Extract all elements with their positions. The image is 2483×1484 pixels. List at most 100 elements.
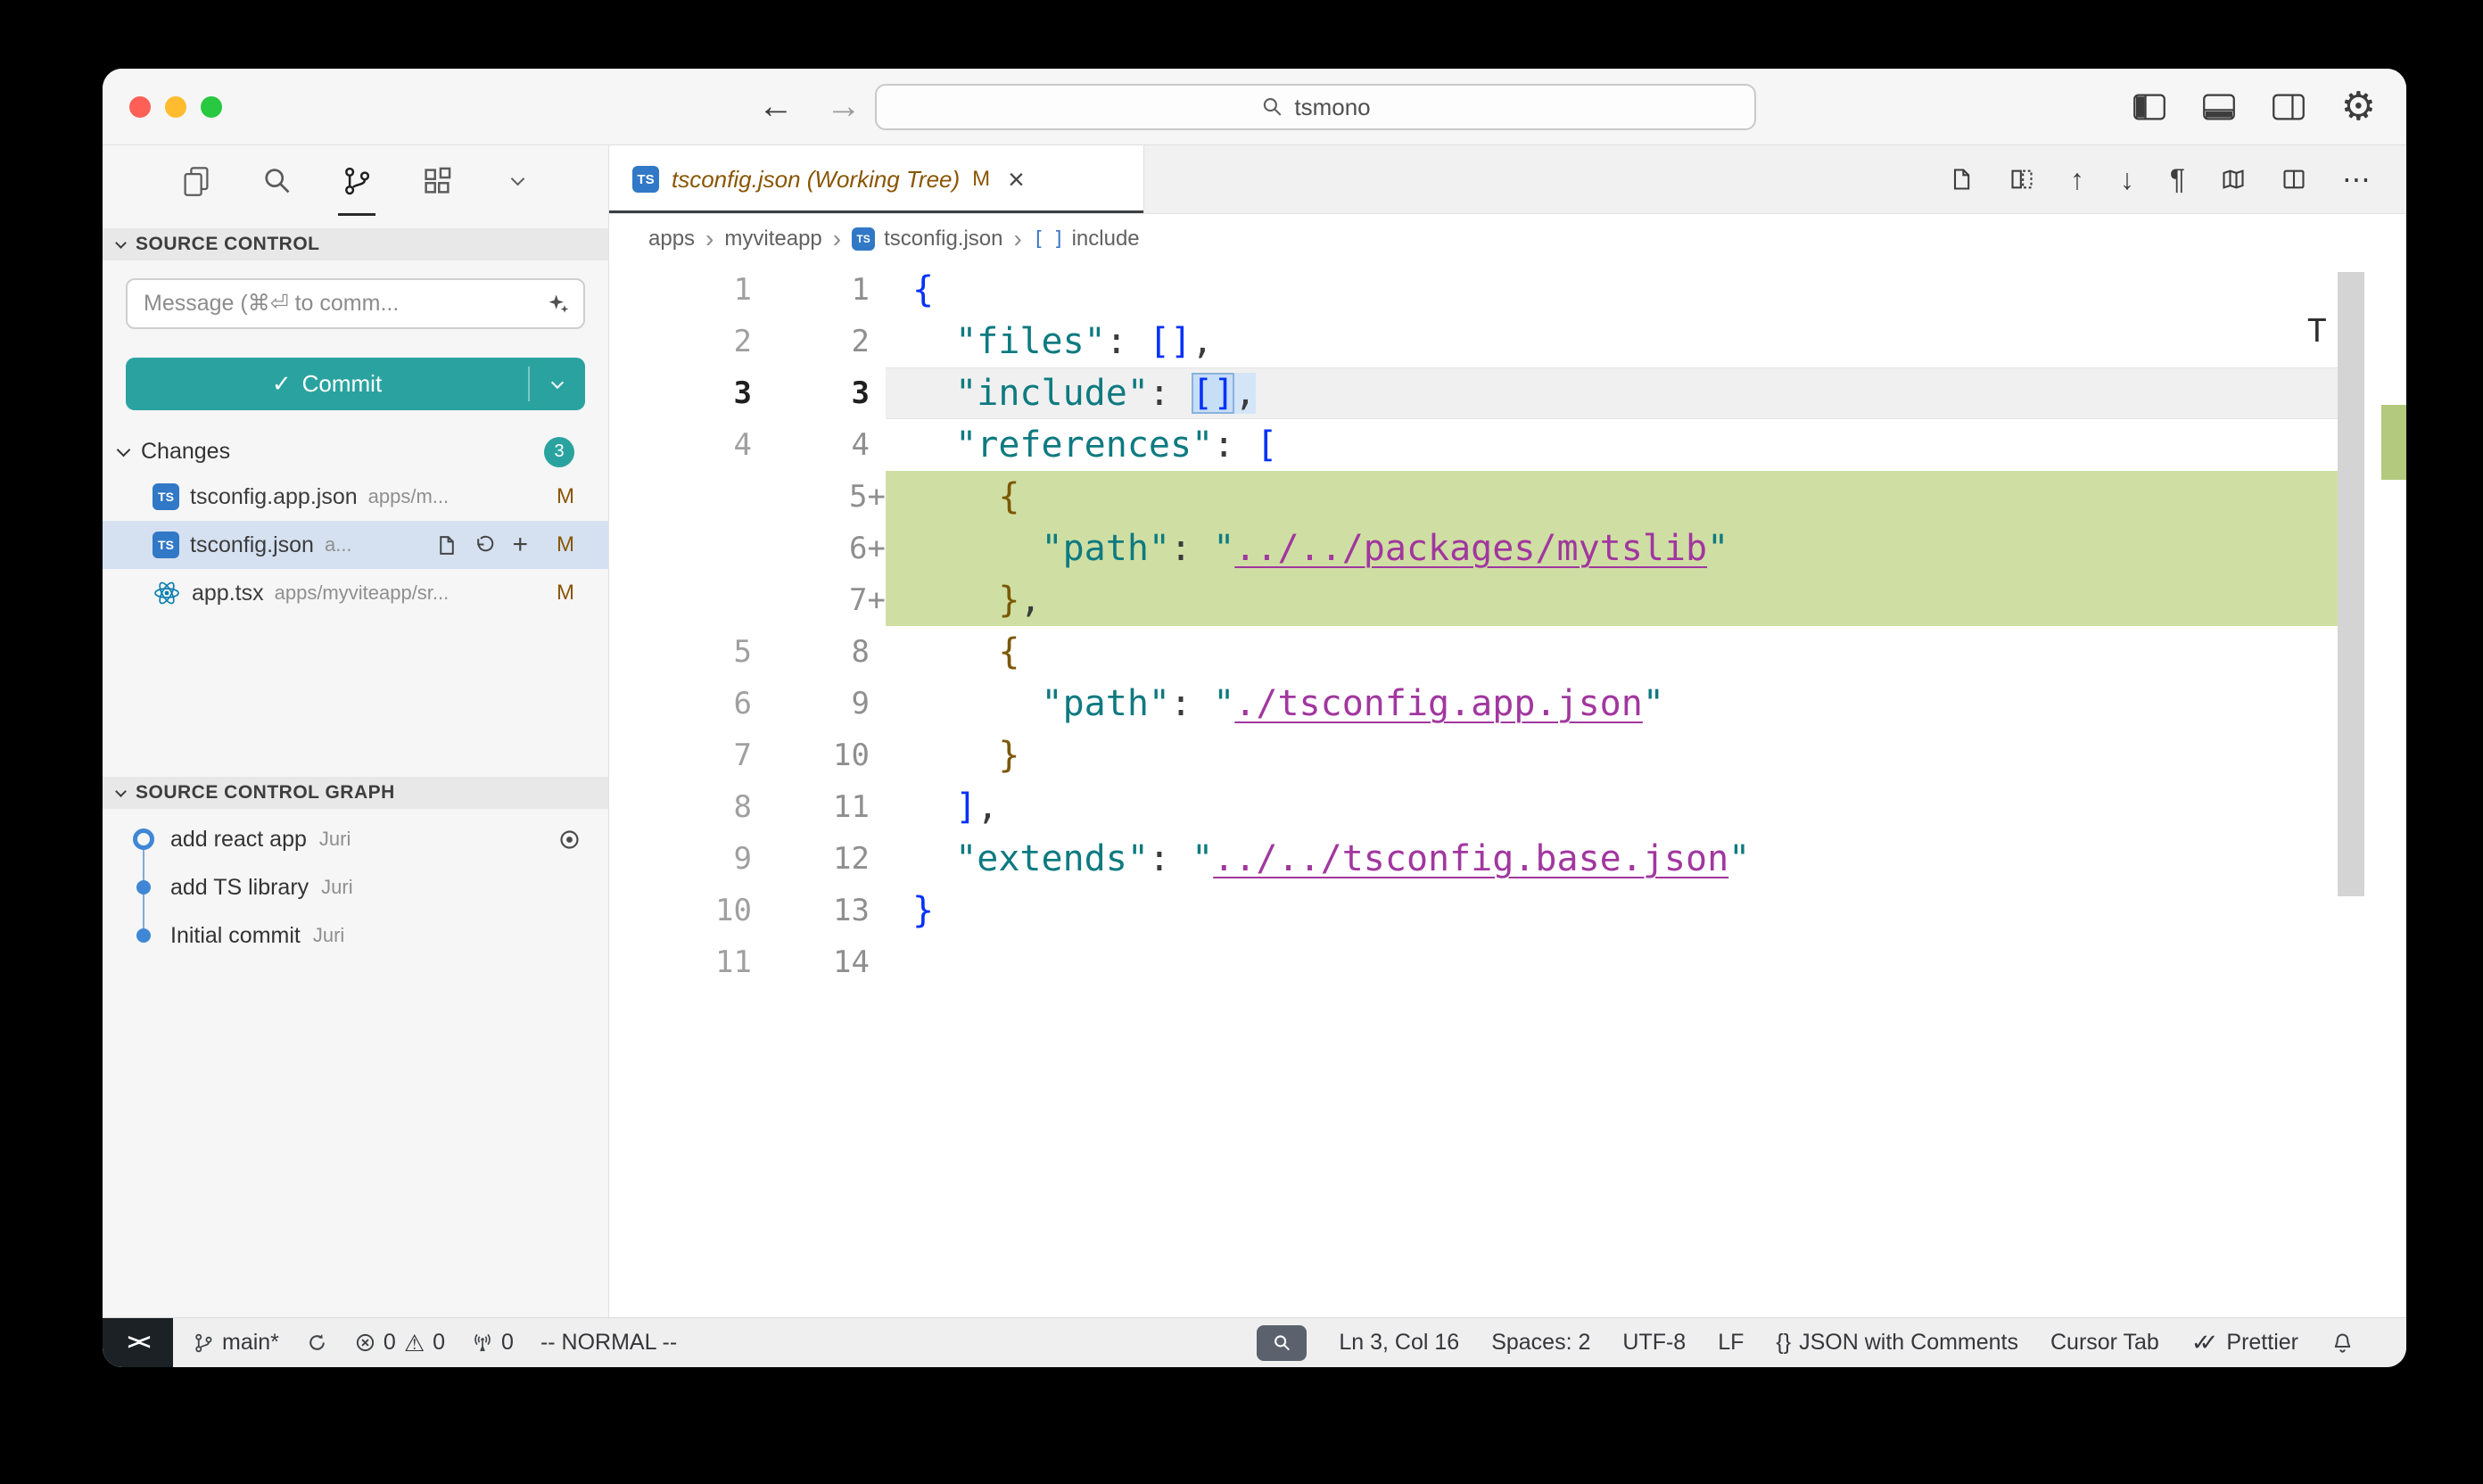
code-line[interactable]: 11{ (609, 264, 2406, 316)
cursor-tab-hint[interactable]: Cursor Tab (2050, 1330, 2159, 1356)
commit-row[interactable]: Initial commitJuri (103, 911, 608, 960)
toggle-secondary-sidebar-icon[interactable] (2272, 93, 2306, 121)
branch-indicator[interactable]: main* (193, 1330, 279, 1356)
code-line[interactable]: 811 ], (609, 781, 2406, 833)
code-text[interactable]: }, (886, 574, 2338, 626)
remote-indicator[interactable]: >< (103, 1318, 173, 1367)
code-line[interactable]: 710 } (609, 730, 2406, 781)
close-tab-icon[interactable]: × (1008, 165, 1025, 194)
more-actions-icon[interactable]: ⋯ (2342, 165, 2371, 194)
code-line[interactable]: 44 "references": [ (609, 419, 2406, 471)
sync-icon[interactable] (306, 1331, 328, 1354)
vim-mode-indicator[interactable]: -- NORMAL -- (540, 1330, 677, 1356)
code-text[interactable]: "references": [ (886, 419, 2338, 471)
back-icon[interactable]: ← (758, 87, 794, 127)
code-text[interactable]: "path": "../../packages/mytslib" (886, 523, 2338, 574)
typescript-icon: TS (153, 532, 179, 558)
code-text[interactable]: } (886, 885, 2338, 936)
changes-header[interactable]: Changes 3 (103, 431, 608, 473)
file-row[interactable]: app.tsxapps/myviteapp/sr...M (103, 569, 608, 617)
breadcrumb-separator: › (705, 225, 714, 253)
source-control-icon[interactable] (340, 145, 374, 216)
tab-tsconfig-working-tree[interactable]: TS tsconfig.json (Working Tree) M × (609, 145, 1144, 213)
breadcrumb-item[interactable]: TStsconfig.json (852, 227, 1002, 251)
previous-change-icon[interactable]: ↑ (2070, 165, 2084, 194)
code-line[interactable]: 58 { (609, 626, 2406, 678)
commit-button[interactable]: ✓ Commit (126, 358, 585, 410)
file-row[interactable]: TStsconfig.jsona...+M (103, 521, 608, 569)
compare-changes-icon[interactable] (2009, 167, 2034, 192)
code-line[interactable]: 912 "extends": "../../tsconfig.base.json… (609, 833, 2406, 885)
commit-author: Juri (319, 828, 351, 851)
open-file-icon[interactable] (435, 534, 458, 556)
code-line[interactable]: 6+ "path": "../../packages/mytslib" (609, 523, 2406, 574)
forward-icon[interactable]: → (826, 87, 862, 127)
code-text[interactable]: { (886, 626, 2338, 678)
explorer-icon[interactable] (179, 145, 213, 216)
breadcrumb-label: myviteapp (724, 227, 821, 251)
code-text[interactable]: { (886, 264, 2338, 316)
sparkle-icon[interactable] (546, 292, 571, 317)
code-text[interactable]: } (886, 730, 2338, 781)
indentation-indicator[interactable]: Spaces: 2 (1491, 1330, 1590, 1356)
code-line[interactable]: 22 "files": [], (609, 316, 2406, 367)
code-text[interactable]: "path": "./tsconfig.app.json" (886, 678, 2338, 730)
toggle-panel-icon[interactable] (2202, 93, 2236, 121)
checkout-target-icon[interactable] (557, 828, 582, 852)
section-title: SOURCE CONTROL GRAPH (136, 782, 395, 804)
code-line[interactable]: 69 "path": "./tsconfig.app.json" (609, 678, 2406, 730)
zoom-status-chip[interactable] (1257, 1325, 1307, 1361)
window-controls (129, 69, 222, 144)
encoding-indicator[interactable]: UTF-8 (1622, 1330, 1686, 1356)
ports-indicator[interactable]: 0 (472, 1330, 514, 1356)
eol-indicator[interactable]: LF (1718, 1330, 1744, 1356)
code-text[interactable]: { (886, 471, 2338, 523)
code-text[interactable]: "files": [], (886, 316, 2338, 367)
stage-changes-icon[interactable]: + (512, 532, 528, 558)
commit-dropdown-button[interactable] (530, 358, 585, 410)
window-search-input[interactable]: tsmono (875, 84, 1756, 130)
open-file-icon[interactable] (1949, 167, 1974, 192)
settings-gear-icon[interactable]: ⚙ (2341, 87, 2376, 127)
close-window-button[interactable] (129, 96, 151, 118)
search-view-icon[interactable] (260, 145, 293, 216)
zoom-window-button[interactable] (201, 96, 222, 118)
commit-message-input[interactable] (133, 291, 546, 317)
code-line[interactable]: 7+ }, (609, 574, 2406, 626)
code-line[interactable]: 1114 (609, 936, 2406, 988)
vertical-scrollbar[interactable] (2338, 272, 2364, 896)
file-row[interactable]: TStsconfig.app.jsonapps/m...M (103, 473, 608, 521)
more-views-chevron-icon[interactable] (500, 145, 534, 216)
code-line[interactable]: 5+ { (609, 471, 2406, 523)
language-mode[interactable]: {} JSON with Comments (1776, 1330, 2018, 1356)
breadcrumb-item[interactable]: apps (648, 227, 695, 251)
code-text[interactable]: "extends": "../../tsconfig.base.json" (886, 833, 2338, 885)
problems-indicator[interactable]: 0 ⚠ 0 (355, 1330, 445, 1356)
discard-changes-icon[interactable] (474, 534, 496, 556)
commit-row[interactable]: add TS libraryJuri (103, 863, 608, 911)
extensions-icon[interactable] (420, 145, 454, 216)
code-text[interactable] (886, 936, 2338, 988)
toggle-primary-sidebar-icon[interactable] (2132, 93, 2166, 121)
breadcrumb-item[interactable]: [ ]include (1033, 227, 1140, 251)
split-editor-icon[interactable] (2281, 167, 2306, 192)
source-control-header[interactable]: SOURCE CONTROL (103, 228, 608, 260)
minimize-window-button[interactable] (165, 96, 186, 118)
breadcrumb-item[interactable]: myviteapp (724, 227, 821, 251)
notifications-bell-icon[interactable] (2330, 1331, 2355, 1355)
commit-row[interactable]: add react app Juri (103, 815, 608, 863)
code-line[interactable]: 33 "include": [], (609, 367, 2406, 419)
pilcrow-icon[interactable]: ¶ (2170, 165, 2185, 194)
map-icon[interactable] (2221, 167, 2246, 192)
formatter-indicator[interactable]: ✓✓ Prettier (2191, 1329, 2298, 1356)
old-line-number: 7 (609, 730, 761, 781)
commit-message: add react app (170, 827, 307, 853)
code-editor[interactable]: 11{22 "files": [],33 "include": [],44 "r… (609, 264, 2406, 1317)
code-text[interactable]: "include": [], (886, 367, 2338, 419)
source-control-graph-header[interactable]: SOURCE CONTROL GRAPH (103, 777, 608, 809)
next-change-icon[interactable]: ↓ (2120, 165, 2134, 194)
breadcrumb: apps›myviteapp›TStsconfig.json›[ ]includ… (609, 214, 2406, 264)
code-line[interactable]: 1013} (609, 885, 2406, 936)
code-text[interactable]: ], (886, 781, 2338, 833)
cursor-position[interactable]: Ln 3, Col 16 (1339, 1330, 1459, 1356)
